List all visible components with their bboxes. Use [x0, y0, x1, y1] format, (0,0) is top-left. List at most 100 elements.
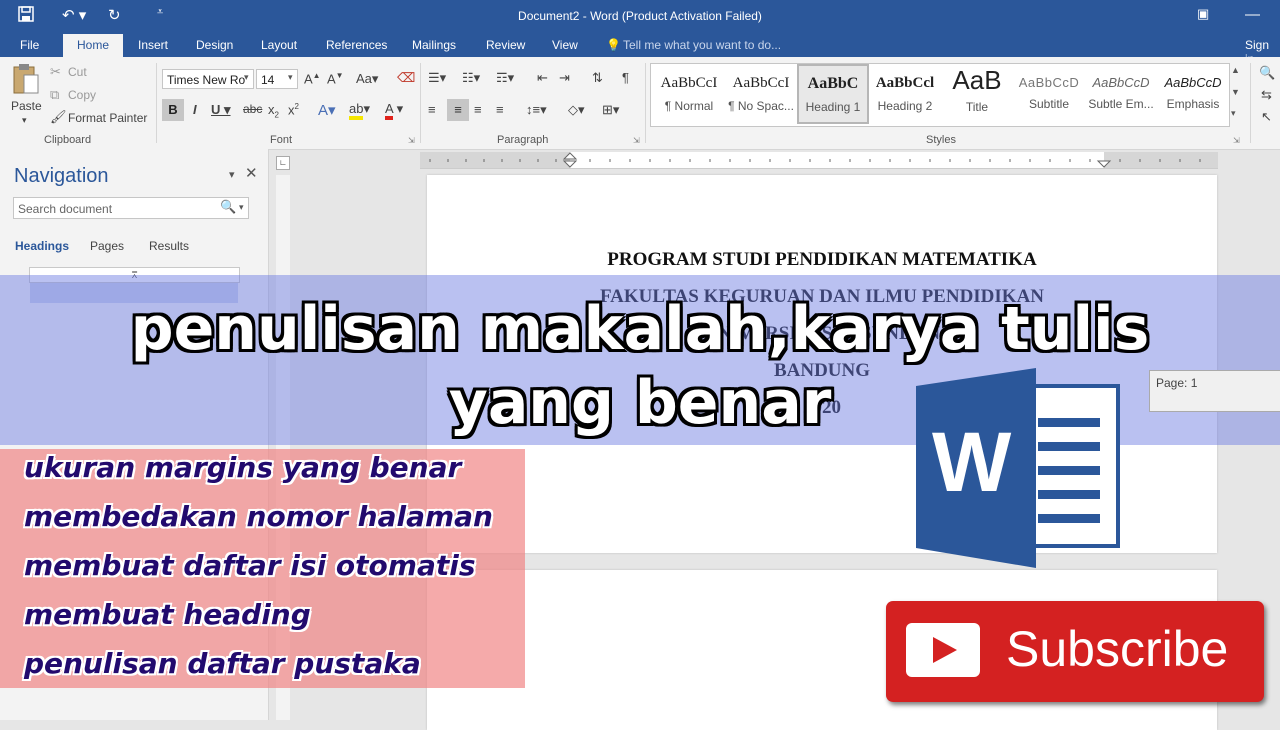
paste-dropdown-icon[interactable]: ▾ [22, 115, 27, 126]
format-painter-icon[interactable]: 🖌 [50, 109, 67, 125]
increase-indent-icon[interactable]: ⇥ [559, 70, 570, 86]
word-logo-letter: W [932, 415, 1012, 509]
paste-button[interactable]: Paste [11, 99, 42, 113]
borders-icon[interactable]: ⊞▾ [602, 102, 619, 118]
style-name: ¶ No Spac... [728, 99, 794, 113]
doc-line-1: PROGRAM STUDI PENDIDIKAN MATEMATIKA [607, 249, 1037, 270]
line-spacing-icon[interactable]: ↕≡▾ [526, 102, 547, 118]
find-icon[interactable]: 🔍 [1259, 65, 1275, 81]
ribbon-display-icon[interactable]: ▣ [1197, 6, 1209, 22]
divider [420, 63, 421, 143]
subscribe-button[interactable]: Subscribe [886, 601, 1264, 702]
divider [1250, 63, 1251, 143]
styles-dialog-launcher-icon[interactable]: ⇲ [1233, 136, 1240, 145]
topic-item: membedakan nomor halaman [24, 500, 493, 533]
style-normal[interactable]: AaBbCcI ¶ Normal [653, 64, 725, 124]
tab-view[interactable]: View [552, 38, 578, 52]
font-name-dropdown-icon[interactable]: ▾ [244, 72, 249, 83]
play-icon [906, 623, 980, 677]
paste-icon[interactable] [12, 63, 40, 100]
style-subtitle[interactable]: AaBbCcD Subtitle [1013, 64, 1085, 124]
search-placeholder: Search document [18, 202, 113, 216]
style-no-spacing[interactable]: AaBbCcI ¶ No Spac... [725, 64, 797, 124]
paragraph-dialog-launcher-icon[interactable]: ⇲ [633, 136, 640, 145]
pane-options-icon[interactable]: ▾ [229, 168, 235, 181]
align-right-icon[interactable]: ≡ [474, 102, 482, 117]
tab-review[interactable]: Review [486, 38, 525, 52]
tab-headings[interactable]: Headings [15, 239, 69, 253]
tab-mailings[interactable]: Mailings [412, 38, 456, 52]
copy-icon[interactable]: ⧉ [50, 87, 59, 103]
shrink-font-icon[interactable]: A▼ [327, 71, 344, 86]
clipboard-group-label: Clipboard [44, 134, 92, 146]
tab-references[interactable]: References [326, 38, 387, 52]
bold-icon[interactable]: B [162, 99, 184, 121]
multilevel-list-icon[interactable]: ☶▾ [496, 70, 514, 86]
word-logo-icon: W [916, 368, 1121, 568]
minimize-icon[interactable]: — [1245, 6, 1260, 23]
styles-scroll-down-icon[interactable]: ▼ [1231, 87, 1240, 97]
search-document-field[interactable]: Search document 🔍 ▾ [13, 197, 249, 219]
style-subtle-emphasis[interactable]: AaBbCcD Subtle Em... [1085, 64, 1157, 124]
search-options-icon[interactable]: ▾ [239, 202, 244, 213]
highlight-color-icon[interactable]: ab▾ [349, 101, 370, 120]
tab-design[interactable]: Design [196, 38, 233, 52]
bullets-icon[interactable]: ☰▾ [428, 70, 446, 86]
topic-item: ukuran margins yang benar [24, 451, 462, 484]
strikethrough-icon[interactable]: abc [243, 102, 262, 116]
tell-me-box[interactable]: Tell me what you want to do... [623, 38, 781, 52]
tab-results[interactable]: Results [149, 239, 189, 253]
shading-icon[interactable]: ◇▾ [568, 102, 585, 118]
font-color-icon[interactable]: A ▾ [385, 101, 403, 120]
select-icon[interactable]: ↖ [1261, 109, 1272, 125]
style-name: Title [965, 100, 989, 114]
styles-more-icon[interactable]: ▾ [1231, 108, 1236, 119]
style-emphasis[interactable]: AaBbCcD Emphasis [1157, 64, 1229, 124]
subscript-icon[interactable]: x2 [268, 102, 279, 120]
show-formatting-marks-icon[interactable]: ¶ [622, 70, 629, 85]
styles-scroll-up-icon[interactable]: ▲ [1231, 65, 1240, 75]
style-title[interactable]: AaB Title [941, 64, 1013, 124]
style-preview: AaBbCcD [1092, 75, 1150, 90]
copy-button[interactable]: Copy [68, 88, 96, 102]
style-name: Heading 1 [805, 100, 861, 114]
text-effects-icon[interactable]: A▾ [318, 101, 336, 119]
style-preview: AaB [952, 65, 1002, 95]
ribbon-tabs: File Home Insert Design Layout Reference… [0, 34, 1280, 66]
format-painter-button[interactable]: Format Painter [68, 111, 147, 125]
style-heading-1[interactable]: AaBbC Heading 1 [797, 64, 869, 124]
tab-layout[interactable]: Layout [261, 38, 297, 52]
italic-icon[interactable]: I [193, 102, 197, 117]
change-case-icon[interactable]: Aa▾ [356, 71, 378, 87]
replace-icon[interactable]: ⇆ [1261, 87, 1272, 103]
underline-icon[interactable]: U ▾ [211, 102, 231, 118]
topic-item: membuat heading [24, 598, 311, 631]
font-dialog-launcher-icon[interactable]: ⇲ [408, 136, 415, 145]
font-name-combo[interactable]: Times New Ro [162, 69, 254, 89]
horizontal-ruler[interactable] [420, 152, 1218, 169]
cut-icon[interactable]: ✂ [50, 64, 61, 80]
cut-button[interactable]: Cut [68, 65, 87, 79]
tab-selector-icon[interactable]: ∟ [276, 156, 290, 170]
decrease-indent-icon[interactable]: ⇤ [537, 70, 548, 86]
clear-formatting-icon[interactable]: ⌫ [397, 70, 415, 86]
search-icon[interactable]: 🔍 [220, 199, 236, 215]
tab-file[interactable]: File [20, 38, 39, 52]
subscribe-label: Subscribe [1006, 621, 1229, 677]
style-heading-2[interactable]: AaBbCcl Heading 2 [869, 64, 941, 124]
divider [645, 63, 646, 143]
close-icon[interactable]: ✕ [245, 164, 258, 182]
justify-icon[interactable]: ≡ [496, 102, 504, 117]
font-size-dropdown-icon[interactable]: ▾ [288, 72, 293, 83]
sort-icon[interactable]: ⇅ [592, 70, 603, 86]
tab-home[interactable]: Home [63, 34, 124, 57]
numbering-icon[interactable]: ☷▾ [462, 70, 480, 86]
grow-font-icon[interactable]: A▲ [304, 71, 321, 86]
style-preview: AaBbCcI [732, 75, 790, 91]
align-left-icon[interactable]: ≡ [428, 102, 436, 117]
tab-pages[interactable]: Pages [90, 239, 124, 253]
align-center-icon[interactable]: ≡ [447, 99, 469, 121]
topic-item: membuat daftar isi otomatis [24, 549, 476, 582]
tab-insert[interactable]: Insert [138, 38, 168, 52]
superscript-icon[interactable]: x2 [288, 102, 299, 117]
